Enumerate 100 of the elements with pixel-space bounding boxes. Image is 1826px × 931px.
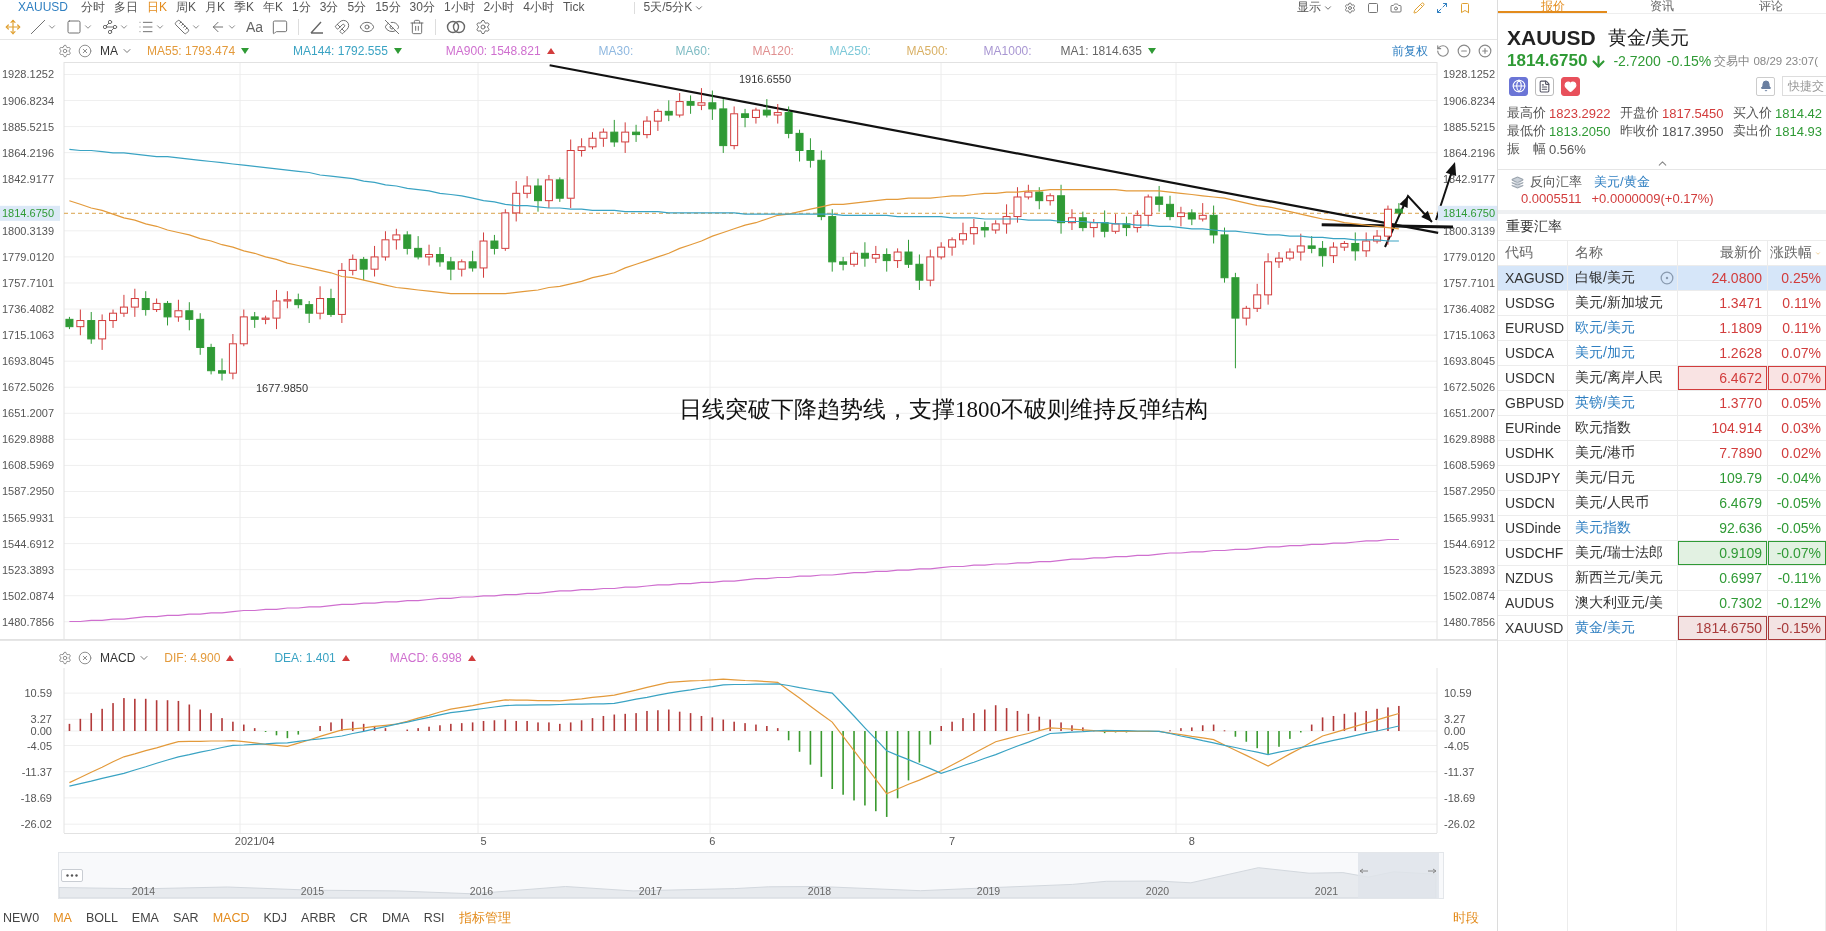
symbol-cell: USDSG <box>1498 291 1568 315</box>
section-title: 重要汇率 <box>1505 217 1563 236</box>
date-axis-label: 7 <box>949 835 956 847</box>
change-cell: -0.11% <box>1768 566 1826 590</box>
year-label: 2017 <box>637 885 664 897</box>
price-cell: 1.3471 <box>1678 291 1768 315</box>
pair-name: 欧元指数 <box>1575 419 1631 437</box>
legend-entry: MACD: 6.998 <box>389 651 462 665</box>
date-axis-label: 2021/04 <box>234 835 275 847</box>
price-axis-label: 1757.7101 <box>1443 277 1495 289</box>
column-header: 涨跌幅 <box>1770 244 1812 262</box>
price-tag: 1814.6750 <box>1438 205 1497 221</box>
price-axis-label: 1587.2950 <box>2 485 54 498</box>
change-cell: 0.07% <box>1768 366 1826 390</box>
pair-name-title: 黄金/美元 <box>1607 26 1689 50</box>
value-axis-label: -11.37 <box>21 765 52 778</box>
legend-entry: MA120: <box>752 44 794 58</box>
price-axis-label: 1544.6912 <box>2 537 54 550</box>
value-axis-label: 0.00 <box>1444 725 1466 737</box>
date-axis-label: 8 <box>1188 835 1195 847</box>
value-axis-label: -11.37 <box>1444 765 1475 778</box>
price-cell: 1.2628 <box>1678 341 1768 365</box>
symbol-cell: AUDUS <box>1498 591 1568 615</box>
value-axis-label: 3.27 <box>1444 713 1466 726</box>
change-cell: 0.03% <box>1768 416 1826 440</box>
price-cell: 0.7302 <box>1678 591 1768 615</box>
column-header: 名称 <box>1575 244 1603 262</box>
price-axis-label: 1565.9931 <box>2 511 54 524</box>
legend-entry: MA900: 1548.821 <box>445 44 541 58</box>
price-axis-label: 1523.3893 <box>2 563 54 576</box>
pair-name: 英镑/美元 <box>1575 394 1635 412</box>
change-cell: -0.12% <box>1768 591 1826 615</box>
price-axis-label: 1842.9177 <box>2 172 54 185</box>
symbol-cell: XAGUSD <box>1498 266 1568 290</box>
date-axis-label: 5 <box>480 835 487 847</box>
price-axis-label: 1864.2196 <box>2 146 54 159</box>
symbol-cell: USDJPY <box>1498 466 1568 490</box>
symbol-cell: USDCHF <box>1498 541 1568 565</box>
price-cell: 1814.6750 <box>1678 616 1768 640</box>
price-cell: 0.6997 <box>1678 566 1768 590</box>
price-axis-label: 1928.1252 <box>1443 68 1495 81</box>
price-cell: 1.3770 <box>1678 391 1768 415</box>
column-header: 最新价 <box>1720 244 1762 262</box>
pair-name: 白银/美元 <box>1575 269 1635 287</box>
price-axis-label: 1608.5969 <box>1443 459 1495 472</box>
price-axis-label: 1629.8988 <box>2 433 54 446</box>
stat-label: 最低价 <box>1507 122 1546 140</box>
stat-value: 1813.2050 <box>1549 123 1611 139</box>
price-axis-label: 1502.0874 <box>1443 589 1495 602</box>
pair-name: 美元/新加坡元 <box>1575 294 1663 312</box>
change-cell: -0.05% <box>1768 491 1826 515</box>
legend-entry: MA1: 1814.635 <box>1060 44 1142 58</box>
symbol-cell: NZDUS <box>1498 566 1568 590</box>
price-axis-label: 1672.5026 <box>2 381 54 394</box>
stat-value: 0.56% <box>1549 141 1586 157</box>
pair-name: 美元/人民币 <box>1575 494 1649 512</box>
legend-entry: MA55: 1793.474 <box>147 44 236 58</box>
price-axis-label: 1544.6912 <box>1443 537 1495 550</box>
legend-entry: MA1000: <box>983 44 1032 58</box>
price-axis-label: 1565.9931 <box>1443 511 1495 524</box>
price-axis-label: 1736.4082 <box>1443 303 1495 316</box>
stat-value: 1814.93 <box>1775 123 1822 139</box>
price-axis-label: 1864.2196 <box>1443 146 1495 159</box>
price-cell: 104.914 <box>1678 416 1768 440</box>
change-cell: -0.07% <box>1768 541 1826 565</box>
price-axis-label: 1736.4082 <box>2 303 54 316</box>
symbol-cell: USDCN <box>1498 366 1568 390</box>
value-axis-label: 10.59 <box>24 687 52 700</box>
price-cell: 6.4679 <box>1678 491 1768 515</box>
high-price-label: 1916.6550 <box>739 73 791 85</box>
pair-name: 欧元/美元 <box>1575 319 1635 337</box>
pair-name: 黄金/美元 <box>1575 619 1635 637</box>
reverse-rate-change: +0.0000009(+0.17%) <box>1591 190 1714 206</box>
value-axis-label: -26.02 <box>1444 818 1476 831</box>
stat-label: 卖出价 <box>1733 122 1772 140</box>
price-axis-label: 1629.8988 <box>1443 433 1495 446</box>
price-axis-label: 1651.2007 <box>1443 407 1495 420</box>
pair-name: 新西兰元/美元 <box>1575 569 1663 587</box>
symbol-cell: EURUSD <box>1498 316 1568 340</box>
price-cell: 92.636 <box>1678 516 1768 540</box>
stat-label: 买入价 <box>1733 104 1772 122</box>
legend-entry: DEA: 1.401 <box>274 651 336 665</box>
stat-value: 1817.5450 <box>1662 105 1724 121</box>
value-axis-label: 0.00 <box>30 725 52 737</box>
price-change: -2.7200 <box>1613 53 1661 69</box>
symbol-cell: USDCN <box>1498 491 1568 515</box>
symbol-cell: USDinde <box>1498 516 1568 540</box>
pair-name: 美元指数 <box>1575 519 1631 537</box>
pair-name: 美元/港币 <box>1575 444 1635 462</box>
price-axis-label: 1800.3139 <box>2 224 54 237</box>
pair-name: 美元/离岸人民 <box>1575 369 1663 387</box>
value-axis-label: 10.59 <box>1444 687 1472 700</box>
price-cell: 109.79 <box>1678 466 1768 490</box>
value-axis-label: 3.27 <box>30 713 52 726</box>
symbol-title: XAUUSD <box>1507 26 1596 50</box>
price-axis-label: 1672.5026 <box>1443 381 1495 394</box>
trading-status: 交易中 08/29 23:07( <box>1714 53 1818 69</box>
change-cell: -0.04% <box>1768 466 1826 490</box>
change-cell: 0.11% <box>1768 316 1826 340</box>
price-axis-label: 1715.1063 <box>1443 329 1495 342</box>
